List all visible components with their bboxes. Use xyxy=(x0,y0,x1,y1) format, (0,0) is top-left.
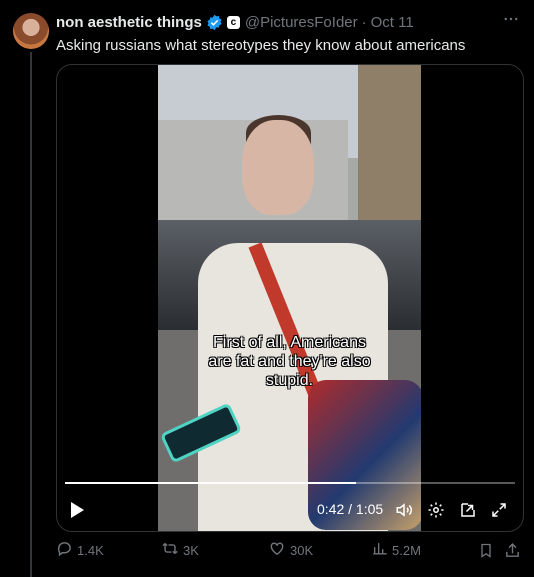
separator-dot: · xyxy=(361,13,367,31)
reply-button[interactable]: 1.4K xyxy=(56,538,104,562)
settings-icon[interactable] xyxy=(426,500,446,520)
video-player[interactable]: First of all, Americans are fat and they… xyxy=(56,64,524,532)
video-frame[interactable] xyxy=(158,65,421,531)
caption-line: First of all, Americans xyxy=(213,334,366,351)
display-name[interactable]: non aesthetic things xyxy=(56,14,202,31)
like-count: 30K xyxy=(290,542,314,558)
verified-badge-icon xyxy=(206,14,223,31)
handle[interactable]: @PicturesFoIder xyxy=(245,14,358,31)
caption-line: are fat and they're also xyxy=(208,353,371,370)
repost-count: 3K xyxy=(183,542,199,558)
thread-line xyxy=(30,52,32,577)
share-icon[interactable] xyxy=(504,538,525,562)
volume-icon[interactable] xyxy=(394,500,414,520)
tweet-text: Asking russians what stereotypes they kn… xyxy=(56,37,466,54)
progress-fill xyxy=(65,482,356,484)
bookmark-icon[interactable] xyxy=(478,538,498,562)
video-controls: 0:42 / 1:05 xyxy=(57,495,523,525)
heart-icon xyxy=(268,540,290,560)
views-button[interactable]: 5.2M xyxy=(372,538,421,562)
caption-line: stupid. xyxy=(265,372,314,389)
picture-in-picture-icon[interactable] xyxy=(458,500,478,520)
affiliate-badge[interactable]: c xyxy=(226,15,240,29)
fullscreen-icon[interactable] xyxy=(489,500,509,520)
repost-icon xyxy=(161,540,183,560)
timestamp[interactable]: Oct 11 xyxy=(371,14,414,31)
reply-count: 1.4K xyxy=(77,542,104,558)
views-icon xyxy=(372,540,392,560)
avatar[interactable] xyxy=(13,13,49,49)
repost-button[interactable]: 3K xyxy=(161,538,199,562)
background-facade xyxy=(358,65,421,225)
progress-bar[interactable] xyxy=(65,482,515,484)
person-face xyxy=(242,120,314,215)
like-button[interactable]: 30K xyxy=(268,538,313,562)
reply-icon xyxy=(56,540,77,560)
views-count: 5.2M xyxy=(392,542,421,558)
action-bar: 1.4K 3K 30K 5.2M xyxy=(56,538,522,562)
play-icon[interactable] xyxy=(69,501,85,524)
video-caption: First of all, Americans are fat and they… xyxy=(158,333,421,390)
more-icon[interactable] xyxy=(502,10,520,33)
time-readout: 0:42 / 1:05 xyxy=(317,501,384,517)
tweet-header: non aesthetic things c @PicturesFoIder ·… xyxy=(56,12,522,32)
